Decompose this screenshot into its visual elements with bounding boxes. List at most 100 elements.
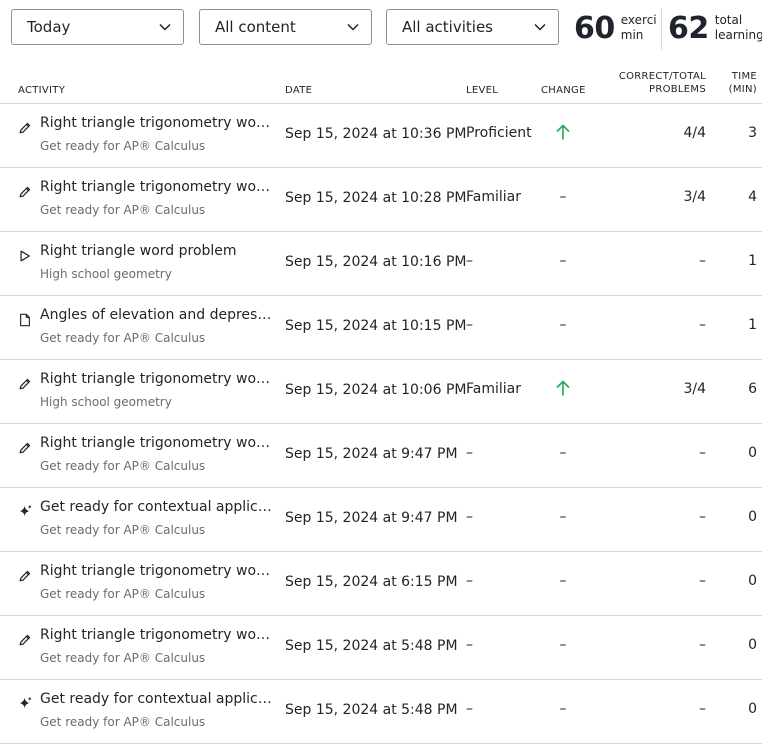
activity-correct-total: –	[699, 573, 706, 589]
table-row[interactable]: Right triangle trigonometry word problem…	[0, 168, 762, 232]
activity-time: 0	[748, 445, 757, 461]
activity-time: 0	[748, 509, 757, 525]
activity-change: –	[559, 317, 567, 333]
exercise-minutes-value: 60	[574, 10, 615, 46]
table-row[interactable]: Right triangle word problem High school …	[0, 232, 762, 296]
pencil-icon	[18, 440, 34, 456]
activity-date: Sep 15, 2024 at 10:15 PM	[285, 318, 467, 334]
column-correct-total[interactable]: CORRECT/TOTAL PROBLEMS	[619, 70, 706, 96]
activity-correct-total: 4/4	[683, 125, 706, 141]
activity-time: 0	[748, 701, 757, 717]
table-row[interactable]: Get ready for contextual applications Ge…	[0, 488, 762, 552]
activity-level: –	[466, 637, 473, 653]
pencil-icon	[18, 184, 34, 200]
exercise-minutes-stat: 60 exercise min	[574, 6, 656, 50]
activity-course: Get ready for AP® Calculus	[40, 523, 206, 537]
activity-course: Get ready for AP® Calculus	[40, 139, 206, 153]
table-row[interactable]: Right triangle trigonometry word problem…	[0, 424, 762, 488]
activity-change: –	[559, 445, 567, 461]
exercise-minutes-unit: exercise min	[620, 13, 656, 42]
activity-correct-total: 3/4	[683, 381, 706, 397]
activity-change	[554, 123, 572, 143]
activity-correct-total: –	[699, 701, 706, 717]
activity-title[interactable]: Right triangle trigonometry word problem…	[40, 115, 272, 131]
activity-correct-total: 3/4	[683, 189, 706, 205]
column-change[interactable]: CHANGE	[541, 84, 586, 97]
activities-select[interactable]: All activities	[386, 9, 559, 45]
activity-title[interactable]: Right triangle trigonometry word problem…	[40, 627, 272, 643]
activity-course: High school geometry	[40, 267, 172, 281]
activity-date: Sep 15, 2024 at 10:06 PM	[285, 382, 467, 398]
column-date[interactable]: DATE	[285, 84, 312, 97]
column-time[interactable]: TIME (MIN)	[729, 70, 757, 96]
date-range-select[interactable]: Today	[11, 9, 184, 45]
table-row[interactable]: Right triangle trigonometry word problem…	[0, 104, 762, 168]
pencil-icon	[18, 632, 34, 648]
activity-level: –	[466, 317, 473, 333]
table-header: ACTIVITY DATE LEVEL CHANGE CORRECT/TOTAL…	[0, 56, 762, 104]
activity-title[interactable]: Right triangle trigonometry word problem…	[40, 179, 272, 195]
column-activity[interactable]: ACTIVITY	[18, 84, 65, 97]
activity-level: –	[466, 701, 473, 717]
activity-course: Get ready for AP® Calculus	[40, 715, 206, 729]
table-row[interactable]: Angles of elevation and depression Get r…	[0, 296, 762, 360]
activity-level: Familiar	[466, 381, 521, 397]
activity-level: Proficient	[466, 125, 532, 141]
content-select[interactable]: All content	[199, 9, 372, 45]
activity-title[interactable]: Get ready for contextual applications	[40, 499, 272, 515]
play-icon	[18, 248, 34, 264]
date-range-value: Today	[27, 18, 71, 36]
table-row[interactable]: Right triangle trigonometry word problem…	[0, 360, 762, 424]
activity-title[interactable]: Right triangle trigonometry word problem…	[40, 371, 272, 387]
table-row[interactable]: Get ready for contextual applications Ge…	[0, 680, 762, 744]
activity-level: Familiar	[466, 189, 521, 205]
activity-time: 0	[748, 637, 757, 653]
activity-title[interactable]: Right triangle word problem	[40, 243, 272, 259]
activity-date: Sep 15, 2024 at 10:16 PM	[285, 254, 467, 270]
content-value: All content	[215, 18, 296, 36]
activity-change: –	[559, 701, 567, 717]
activity-date: Sep 15, 2024 at 5:48 PM	[285, 638, 458, 654]
article-icon	[18, 312, 34, 328]
chevron-down-icon	[534, 23, 546, 31]
activity-title[interactable]: Get ready for contextual applications	[40, 691, 272, 707]
sparkle-icon	[18, 504, 34, 520]
activity-time: 0	[748, 573, 757, 589]
activity-course: Get ready for AP® Calculus	[40, 587, 206, 601]
activity-change: –	[559, 637, 567, 653]
table-row[interactable]: Right triangle trigonometry word problem…	[0, 552, 762, 616]
activity-correct-total: –	[699, 509, 706, 525]
total-learning-stat: 62 total learning...	[668, 6, 762, 50]
activity-time: 1	[748, 317, 757, 333]
table-row[interactable]: Right triangle trigonometry word problem…	[0, 616, 762, 680]
chevron-down-icon	[159, 23, 171, 31]
activity-level: –	[466, 253, 473, 269]
activity-correct-total: –	[699, 445, 706, 461]
activity-title[interactable]: Angles of elevation and depression	[40, 307, 272, 323]
activity-course: Get ready for AP® Calculus	[40, 651, 206, 665]
activity-course: Get ready for AP® Calculus	[40, 203, 206, 217]
activity-correct-total: –	[699, 253, 706, 269]
activity-title[interactable]: Right triangle trigonometry word problem…	[40, 435, 272, 451]
activity-level: –	[466, 573, 473, 589]
activity-change: –	[559, 573, 567, 589]
activity-date: Sep 15, 2024 at 6:15 PM	[285, 574, 458, 590]
activity-level: –	[466, 445, 473, 461]
activity-date: Sep 15, 2024 at 10:36 PM	[285, 126, 467, 142]
arrow-up-icon	[556, 380, 570, 396]
activity-title[interactable]: Right triangle trigonometry word problem…	[40, 563, 272, 579]
arrow-up-icon	[556, 124, 570, 140]
activity-time: 1	[748, 253, 757, 269]
activity-date: Sep 15, 2024 at 10:28 PM	[285, 190, 467, 206]
activity-date: Sep 15, 2024 at 5:48 PM	[285, 702, 458, 718]
activity-course: Get ready for AP® Calculus	[40, 459, 206, 473]
activity-correct-total: –	[699, 317, 706, 333]
activity-table-body: Right triangle trigonometry word problem…	[0, 104, 762, 744]
stat-divider	[661, 8, 662, 50]
filter-bar: Today All content All activities 60 exer…	[0, 0, 762, 56]
activity-change: –	[559, 189, 567, 205]
activity-time: 3	[748, 125, 757, 141]
column-level[interactable]: LEVEL	[466, 84, 498, 97]
pencil-icon	[18, 120, 34, 136]
activity-course: High school geometry	[40, 395, 172, 409]
